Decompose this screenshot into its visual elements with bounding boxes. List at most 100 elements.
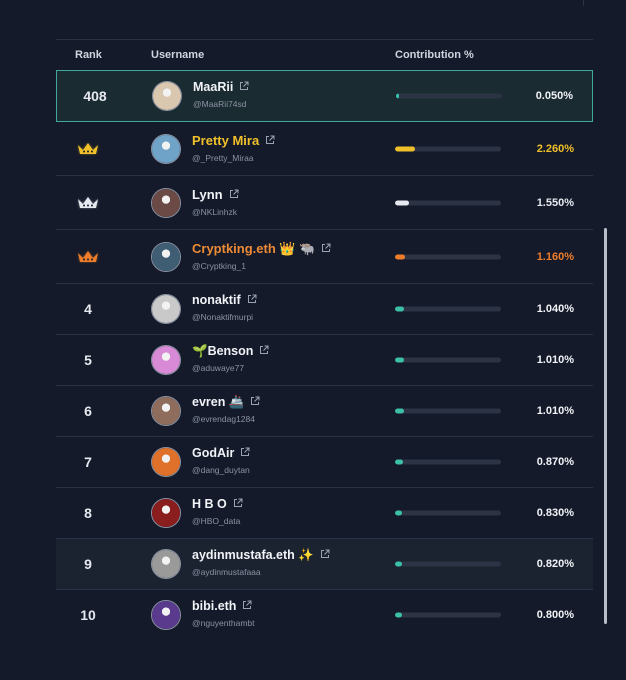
external-link-icon[interactable] [250,396,260,409]
contribution-bar-fill [395,408,404,414]
contribution-bar-fill [395,254,406,259]
external-link-icon[interactable] [259,345,269,358]
username-text: Lynn [192,187,223,202]
contribution-percent: 0.870% [536,456,574,468]
avatar[interactable] [151,498,181,528]
username-link[interactable]: MaaRii [193,80,249,94]
user-handle: @MaaRii74sd [193,99,247,109]
contribution-bar [395,561,501,567]
rank-number: 8 [84,505,92,521]
contribution-percent: 0.800% [536,609,574,621]
username-text: Cryptking.eth 👑 🐃 [192,241,316,256]
user-handle: @dang_duytan [192,465,250,475]
leaderboard-table: Rank Username Contribution % 408 MaaRii @M… [56,39,593,640]
avatar[interactable] [151,447,181,477]
contribution-bar-fill [395,561,403,567]
avatar[interactable] [151,396,181,426]
top-divider [583,0,604,6]
username-text: GodAir [192,446,235,460]
table-header: Rank Username Contribution % [56,40,593,70]
crown-icon [76,140,100,158]
external-link-icon[interactable] [242,600,252,613]
username-link[interactable]: Lynn [192,187,239,202]
username-link[interactable]: H B O [192,497,243,511]
external-link-icon[interactable] [320,549,330,562]
contribution-percent: 1.550% [536,196,574,209]
username-link[interactable]: aydinmustafa.eth ✨ [192,548,330,563]
username-link[interactable]: Pretty Mira [192,133,275,148]
external-link-icon[interactable] [321,243,331,256]
username-link[interactable]: 🌱Benson [192,344,269,359]
avatar[interactable] [151,345,181,375]
contribution-percent: 1.160% [536,250,574,263]
rank-number: 9 [84,556,92,572]
contribution-percent: 0.830% [536,507,574,519]
rank-number: 10 [80,607,96,623]
contribution-bar [395,306,501,312]
header-username: Username [151,49,205,61]
crown-icon [76,248,100,266]
user-handle: @aduwaye77 [192,363,245,373]
user-handle: @_Pretty_Miraa [192,153,254,163]
contribution-percent: 1.010% [536,354,574,366]
table-row[interactable]: Lynn @NKLinhzk 1.550% [56,175,593,229]
contribution-percent: 0.820% [536,558,574,570]
rank-number: 7 [84,454,92,470]
avatar[interactable] [151,241,181,272]
external-link-icon[interactable] [265,135,275,148]
contribution-bar [395,612,501,618]
header-rank: Rank [75,49,102,61]
rank-number: 5 [84,352,92,368]
table-row[interactable]: 6 evren 🚢 @evrendag1284 1.010% [56,385,593,436]
username-link[interactable]: Cryptking.eth 👑 🐃 [192,241,331,257]
rank-number: 4 [84,301,92,317]
current-user-row[interactable]: 408 MaaRii @MaaRii74sd 0.050% [56,70,593,122]
contribution-bar-fill [395,459,403,465]
user-handle: @Nonaktifmurpi [192,312,254,322]
table-row[interactable]: 4 nonaktif @Nonaktifmurpi 1.040% [56,283,593,334]
username-link[interactable]: bibi.eth [192,599,252,613]
user-handle: @nguyenthambt [192,618,255,628]
table-row[interactable]: 8 H B O @HBO_data 0.830% [56,487,593,538]
username-text: MaaRii [193,80,234,94]
external-link-icon[interactable] [229,189,239,202]
scrollbar[interactable] [604,228,607,624]
avatar[interactable] [151,549,181,579]
avatar[interactable] [151,294,181,324]
contribution-bar [396,93,502,99]
table-row[interactable]: 10 bibi.eth @nguyenthambt 0.800% [56,589,593,640]
username-text: Pretty Mira [192,133,260,148]
contribution-bar-fill [395,510,403,516]
username-link[interactable]: GodAir [192,446,250,460]
external-link-icon[interactable] [239,81,249,94]
external-link-icon[interactable] [247,294,257,307]
table-row[interactable]: 5 🌱Benson @aduwaye77 1.010% [56,334,593,385]
contribution-bar [395,459,501,465]
contribution-percent: 2.260% [536,142,574,155]
table-body: 408 MaaRii @MaaRii74sd 0.050% Pretty Mira @_P… [56,70,593,640]
table-row[interactable]: 9 aydinmustafa.eth ✨ @aydinmustafaaa 0.820% [56,538,593,589]
username-text: bibi.eth [192,599,237,613]
avatar[interactable] [151,600,181,630]
contribution-bar-fill [395,200,409,205]
rank-number: 6 [84,403,92,419]
table-row[interactable]: 7 GodAir @dang_duytan 0.870% [56,436,593,487]
contribution-percent: 1.010% [536,405,574,417]
avatar[interactable] [152,81,182,111]
contribution-bar-fill [395,612,403,618]
contribution-percent: 0.050% [535,90,573,102]
contribution-bar-fill [395,357,404,363]
contribution-bar [395,408,501,414]
user-handle: @aydinmustafaaa [192,567,261,577]
table-row[interactable]: Pretty Mira @_Pretty_Miraa 2.260% [56,122,593,175]
username-link[interactable]: evren 🚢 [192,395,260,410]
external-link-icon[interactable] [233,498,243,511]
username-link[interactable]: nonaktif [192,293,257,307]
header-contribution: Contribution % [395,49,474,61]
table-row[interactable]: Cryptking.eth 👑 🐃 @Cryptking_1 1.160% [56,229,593,283]
contribution-bar-fill [396,93,399,99]
avatar[interactable] [151,133,181,164]
avatar[interactable] [151,187,181,218]
username-text: 🌱Benson [192,344,254,358]
external-link-icon[interactable] [240,447,250,460]
